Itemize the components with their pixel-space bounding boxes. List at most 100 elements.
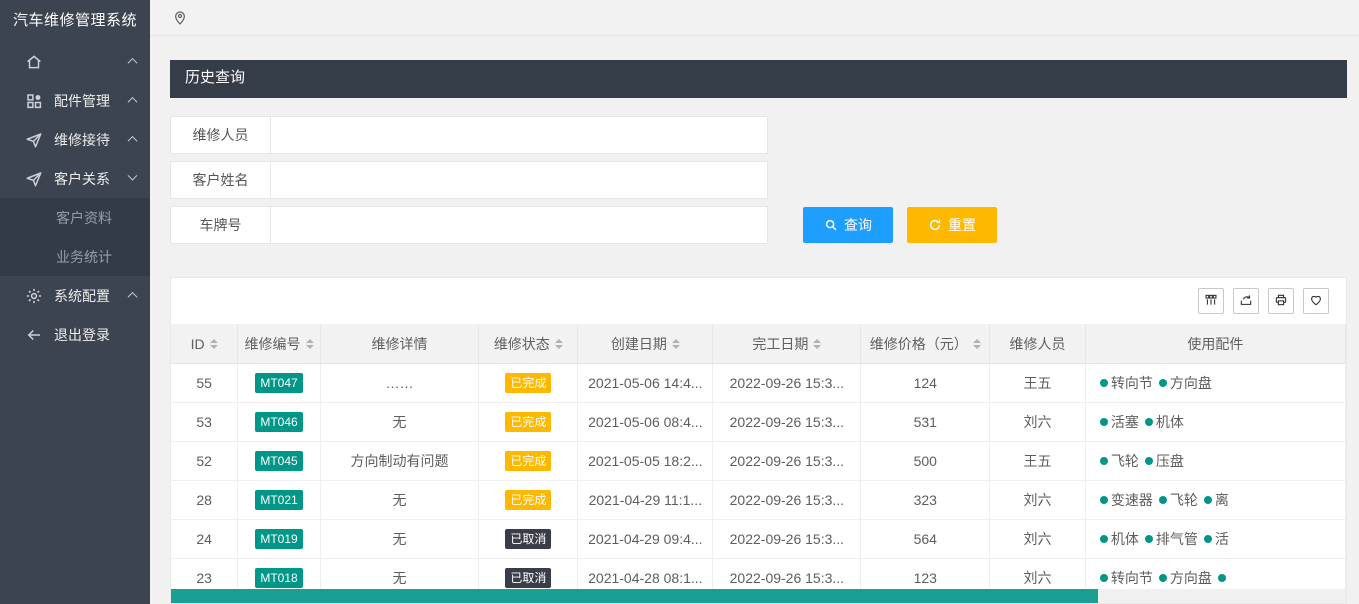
cell-id: 55 bbox=[171, 363, 238, 402]
cell-price: 564 bbox=[861, 519, 990, 558]
print-icon-button[interactable] bbox=[1268, 288, 1294, 314]
header-label: 使用配件 bbox=[1187, 334, 1243, 354]
search-icon bbox=[824, 218, 838, 232]
send-icon bbox=[25, 170, 43, 188]
scrollbar-thumb[interactable] bbox=[171, 589, 1098, 603]
part-dot-icon bbox=[1100, 496, 1108, 504]
result-table-card: ID维修编号维修详情维修状态创建日期完工日期维修价格（元）维修人员使用配件 55… bbox=[170, 277, 1347, 604]
sidebar-submenu: 客户资料业务统计 bbox=[0, 198, 150, 276]
sidebar-item-系统配置[interactable]: 系统配置 bbox=[0, 276, 150, 315]
sidebar-item-退出登录[interactable]: 退出登录 bbox=[0, 315, 150, 354]
table-row: 28MT021无已完成2021-04-29 11:1...2022-09-26 … bbox=[171, 480, 1346, 519]
cell-parts: 活塞机体 bbox=[1085, 402, 1345, 441]
part-dot-icon bbox=[1145, 418, 1153, 426]
history-table: ID维修编号维修详情维修状态创建日期完工日期维修价格（元）维修人员使用配件 55… bbox=[171, 325, 1346, 598]
table-row: 52MT045方向制动有问题已完成2021-05-05 18:2...2022-… bbox=[171, 441, 1346, 480]
cell-staff: 刘六 bbox=[990, 402, 1086, 441]
sort-icon[interactable] bbox=[813, 339, 821, 349]
table-header-staff: 维修人员 bbox=[990, 325, 1086, 363]
status-badge: 已取消 bbox=[505, 529, 551, 549]
form-row: 车牌号 bbox=[170, 206, 1347, 244]
table-header-parts: 使用配件 bbox=[1085, 325, 1345, 363]
cell-code: MT045 bbox=[238, 441, 321, 480]
part-item: 活塞 bbox=[1100, 412, 1139, 432]
sort-icon[interactable] bbox=[672, 339, 680, 349]
sidebar-item-home[interactable] bbox=[0, 42, 150, 81]
table-row: 53MT046无已完成2021-05-06 08:4...2022-09-26 … bbox=[171, 402, 1346, 441]
table-row: 24MT019无已取消2021-04-29 09:4...2022-09-26 … bbox=[171, 519, 1346, 558]
table-header-status[interactable]: 维修状态 bbox=[479, 325, 578, 363]
chevron-up-icon bbox=[128, 97, 138, 107]
table-row: 55MT047……已完成2021-05-06 14:4...2022-09-26… bbox=[171, 363, 1346, 402]
cell-detail: 无 bbox=[320, 519, 478, 558]
field-input-0[interactable] bbox=[271, 116, 768, 154]
sort-icon[interactable] bbox=[973, 339, 981, 349]
cell-status: 已完成 bbox=[479, 363, 578, 402]
cell-price: 531 bbox=[861, 402, 990, 441]
part-item: 转向节 bbox=[1100, 373, 1153, 393]
part-item: 压盘 bbox=[1145, 451, 1184, 471]
table-header-code[interactable]: 维修编号 bbox=[238, 325, 321, 363]
app-title: 汽车维修管理系统 bbox=[0, 0, 150, 42]
part-item bbox=[1218, 574, 1226, 582]
sort-icon[interactable] bbox=[555, 339, 563, 349]
status-badge: 已完成 bbox=[505, 412, 551, 432]
repair-code-badge: MT047 bbox=[255, 373, 302, 393]
sidebar-subitem-label: 业务统计 bbox=[56, 247, 136, 267]
status-badge: 已取消 bbox=[505, 568, 551, 588]
header-label: 创建日期 bbox=[611, 334, 667, 354]
field-label: 车牌号 bbox=[170, 206, 271, 244]
back-arrow-icon bbox=[25, 326, 43, 344]
sort-icon[interactable] bbox=[306, 339, 314, 349]
table-header-price[interactable]: 维修价格（元） bbox=[861, 325, 990, 363]
header-label: ID bbox=[191, 336, 205, 352]
sidebar-item-维修接待[interactable]: 维修接待 bbox=[0, 120, 150, 159]
query-button[interactable]: 查询 bbox=[803, 207, 893, 243]
form-row: 客户姓名 bbox=[170, 161, 1347, 199]
print-icon bbox=[1274, 293, 1288, 310]
reset-button[interactable]: 重置 bbox=[907, 207, 997, 243]
table-header-finished[interactable]: 完工日期 bbox=[713, 325, 861, 363]
app-window: 汽车维修管理系统 配件管理维修接待客户关系客户资料业务统计系统配置退出登录 历史… bbox=[0, 0, 1359, 604]
cell-status: 已取消 bbox=[479, 519, 578, 558]
send-icon bbox=[25, 131, 43, 149]
sidebar-item-配件管理[interactable]: 配件管理 bbox=[0, 81, 150, 120]
cell-detail: 方向制动有问题 bbox=[320, 441, 478, 480]
cell-price: 323 bbox=[861, 480, 990, 519]
table-header-id[interactable]: ID bbox=[171, 325, 238, 363]
repair-code-badge: MT021 bbox=[255, 490, 302, 510]
sidebar: 汽车维修管理系统 配件管理维修接待客户关系客户资料业务统计系统配置退出登录 bbox=[0, 0, 150, 604]
part-dot-icon bbox=[1159, 496, 1167, 504]
topbar bbox=[150, 0, 1359, 36]
cell-created: 2021-05-06 14:4... bbox=[578, 363, 713, 402]
cell-id: 24 bbox=[171, 519, 238, 558]
sidebar-item-客户关系[interactable]: 客户关系 bbox=[0, 159, 150, 198]
cell-staff: 王五 bbox=[990, 363, 1086, 402]
cell-id: 52 bbox=[171, 441, 238, 480]
part-item: 飞轮 bbox=[1100, 451, 1139, 471]
component-icon bbox=[25, 92, 43, 110]
gear-icon bbox=[25, 287, 43, 305]
cell-parts: 飞轮压盘 bbox=[1085, 441, 1345, 480]
form-buttons: 查询 重置 bbox=[803, 207, 997, 243]
table-header-created[interactable]: 创建日期 bbox=[578, 325, 713, 363]
export-icon-button[interactable] bbox=[1233, 288, 1259, 314]
sidebar-subitem-客户资料[interactable]: 客户资料 bbox=[0, 198, 150, 237]
sort-icon[interactable] bbox=[210, 339, 218, 349]
sidebar-item-label: 维修接待 bbox=[54, 130, 129, 150]
field-input-1[interactable] bbox=[271, 161, 768, 199]
part-dot-icon bbox=[1145, 535, 1153, 543]
sidebar-subitem-业务统计[interactable]: 业务统计 bbox=[0, 237, 150, 276]
field-input-2[interactable] bbox=[271, 206, 768, 244]
cell-id: 28 bbox=[171, 480, 238, 519]
cell-detail: 无 bbox=[320, 480, 478, 519]
cell-staff: 刘六 bbox=[990, 480, 1086, 519]
columns-icon-button[interactable] bbox=[1198, 288, 1224, 314]
horizontal-scrollbar[interactable] bbox=[171, 589, 1346, 603]
part-item: 机体 bbox=[1145, 412, 1184, 432]
refresh-icon bbox=[928, 218, 942, 232]
heart-icon-button[interactable] bbox=[1303, 288, 1329, 314]
columns-icon bbox=[1204, 293, 1218, 310]
cell-price: 124 bbox=[861, 363, 990, 402]
table-toolbar bbox=[171, 278, 1346, 325]
